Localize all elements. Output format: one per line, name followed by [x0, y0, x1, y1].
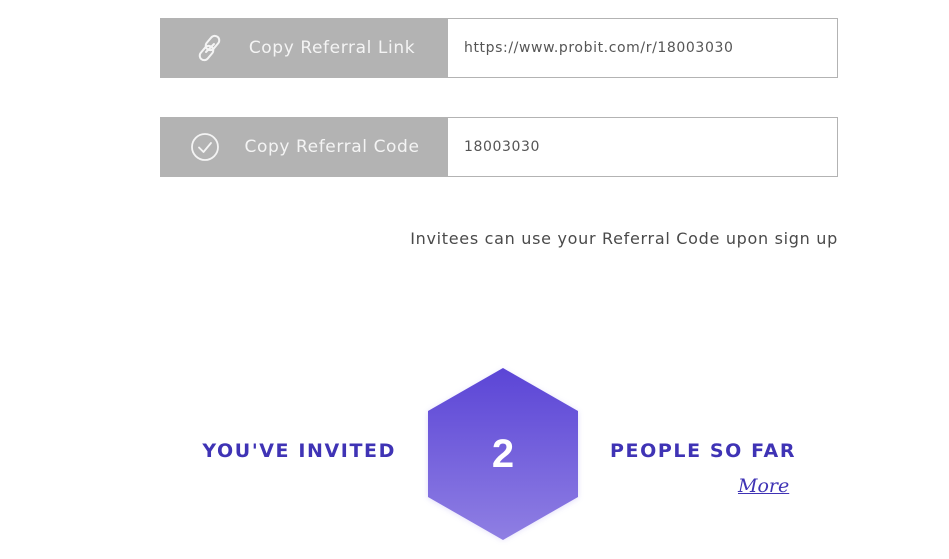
copy-referral-link-button[interactable]: Copy Referral Link	[160, 18, 448, 78]
referral-hint-text: Invitees can use your Referral Code upon…	[410, 229, 838, 248]
invited-prefix-text: YOU'VE INVITED	[202, 440, 396, 462]
link-icon	[193, 31, 227, 65]
referral-link-row: Copy Referral Link https://www.probit.co…	[160, 18, 838, 78]
invited-suffix-text: PEOPLE SO FAR	[610, 440, 797, 462]
referral-code-row: Copy Referral Code 18003030	[160, 117, 838, 177]
copy-referral-code-button[interactable]: Copy Referral Code	[160, 117, 448, 177]
check-circle-icon	[188, 130, 222, 164]
referral-code-field[interactable]: 18003030	[448, 117, 838, 177]
invited-count: 2	[491, 432, 515, 476]
referral-link-field[interactable]: https://www.probit.com/r/18003030	[448, 18, 838, 78]
more-link[interactable]: More	[738, 475, 789, 497]
copy-referral-link-label: Copy Referral Link	[248, 38, 416, 58]
invited-count-hexagon: 2	[420, 362, 586, 548]
copy-referral-code-label: Copy Referral Code	[244, 137, 420, 157]
